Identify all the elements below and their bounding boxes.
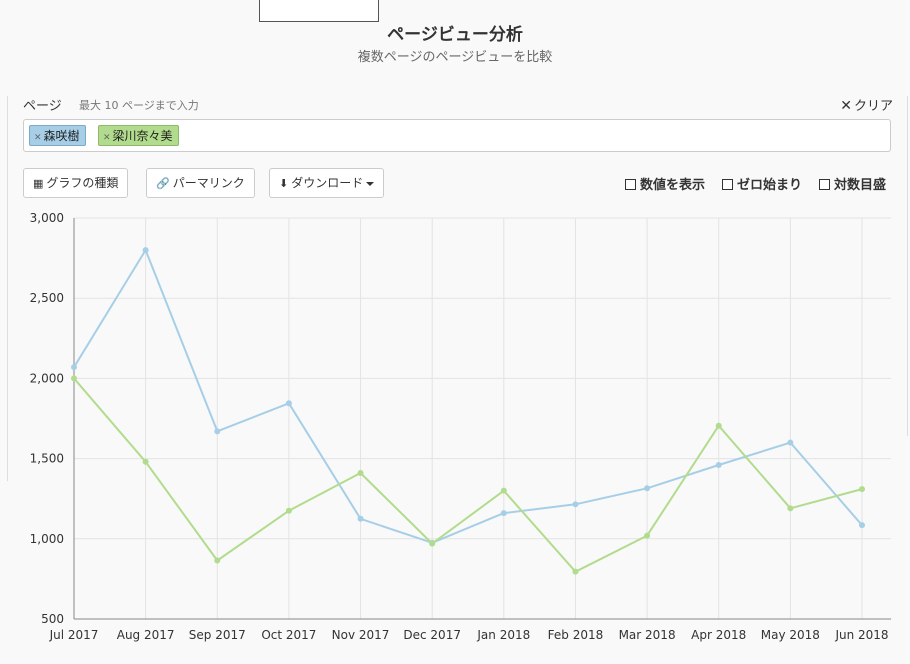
data-point-series-2: [357, 470, 364, 477]
x-tick-label: Aug 2017: [117, 628, 175, 642]
data-point-series-1: [285, 400, 292, 407]
data-point-series-2: [715, 422, 722, 429]
data-point-series-1: [715, 462, 722, 469]
line-chart: 500 1,000 1,500 2,000 2,500 3,000 Jul 2017 Aug …: [30, 211, 891, 642]
x-tick-label: May 2018: [761, 628, 820, 642]
data-point-series-1: [644, 485, 651, 492]
data-point-series-1: [214, 428, 221, 435]
x-tick-label: Oct 2017: [261, 628, 316, 642]
x-tick-label: Jan 2018: [476, 628, 530, 642]
data-point-series-1: [142, 247, 149, 254]
data-point-series-2: [859, 486, 865, 493]
data-point-series-2: [644, 532, 651, 539]
y-tick-label: 2,000: [30, 371, 64, 385]
data-point-series-2: [285, 507, 292, 514]
x-tick-label: Nov 2017: [332, 628, 390, 642]
y-tick-label: 3,000: [30, 211, 64, 225]
x-tick-label: Feb 2018: [548, 628, 604, 642]
data-point-series-2: [142, 458, 149, 465]
y-tick-label: 2,500: [30, 291, 64, 305]
data-point-series-1: [572, 501, 579, 508]
y-tick-label: 500: [41, 612, 64, 626]
data-point-series-1: [357, 515, 364, 522]
data-point-series-2: [214, 557, 221, 564]
data-point-series-2: [787, 505, 794, 512]
y-tick-label: 1,500: [30, 452, 64, 466]
data-point-series-2: [500, 487, 507, 494]
data-point-series-1: [859, 522, 865, 529]
x-tick-label: Jun 2018: [834, 628, 888, 642]
x-tick-label: Dec 2017: [403, 628, 461, 642]
data-point-series-1: [500, 510, 507, 517]
x-tick-label: Sep 2017: [189, 628, 246, 642]
y-tick-label: 1,000: [30, 532, 64, 546]
series-line-2: [73, 377, 863, 573]
data-point-series-2: [429, 540, 436, 547]
data-point-series-1: [71, 364, 77, 371]
data-point-series-1: [787, 439, 794, 446]
data-point-series-2: [71, 375, 77, 382]
series-line-1: [73, 249, 863, 544]
x-tick-label: Apr 2018: [691, 628, 746, 642]
x-tick-label: Mar 2018: [619, 628, 676, 642]
x-tick-label: Jul 2017: [49, 628, 99, 642]
data-point-series-2: [572, 568, 579, 575]
